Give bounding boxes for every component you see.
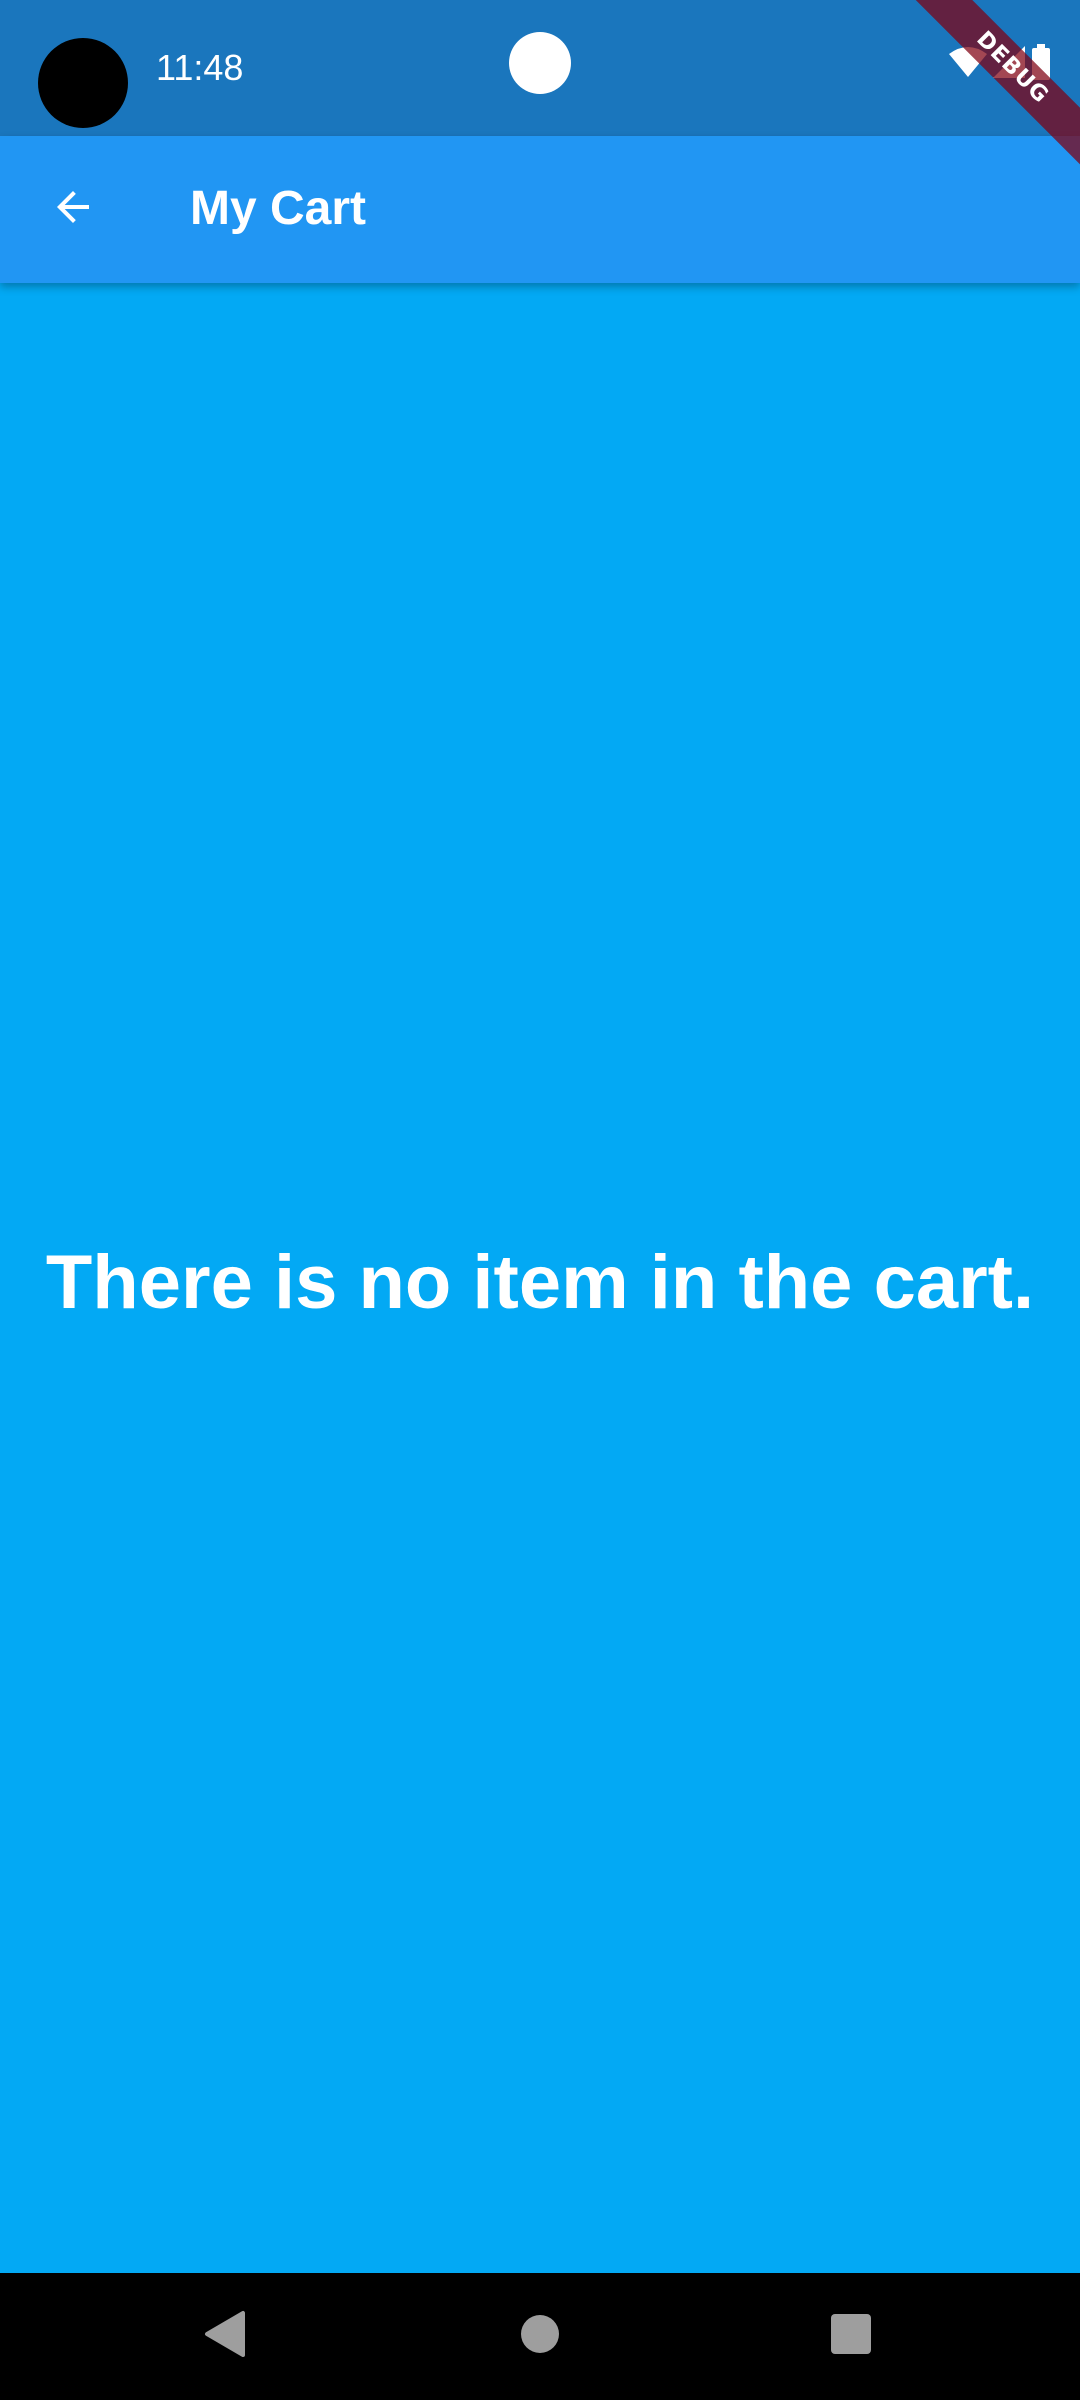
notification-dot-icon — [509, 32, 571, 94]
nav-recents-icon — [830, 2313, 872, 2360]
app-bar: My Cart — [0, 136, 1080, 283]
system-nav-bar — [0, 2273, 1080, 2400]
nav-home-button[interactable] — [495, 2291, 585, 2381]
camera-cutout — [38, 38, 128, 128]
nav-back-button[interactable] — [180, 2291, 270, 2381]
page-title: My Cart — [190, 182, 367, 235]
empty-cart-message: There is no item in the cart. — [45, 1240, 1035, 1325]
status-time: 11:48 — [156, 47, 244, 88]
back-button[interactable] — [24, 160, 122, 258]
status-bar: 11:48 — [0, 0, 1080, 136]
nav-recents-button[interactable] — [806, 2291, 896, 2381]
arrow-back-icon — [49, 183, 97, 236]
nav-home-icon — [520, 2314, 560, 2359]
nav-back-icon — [203, 2310, 247, 2363]
cart-content: There is no item in the cart. — [0, 283, 1080, 2273]
